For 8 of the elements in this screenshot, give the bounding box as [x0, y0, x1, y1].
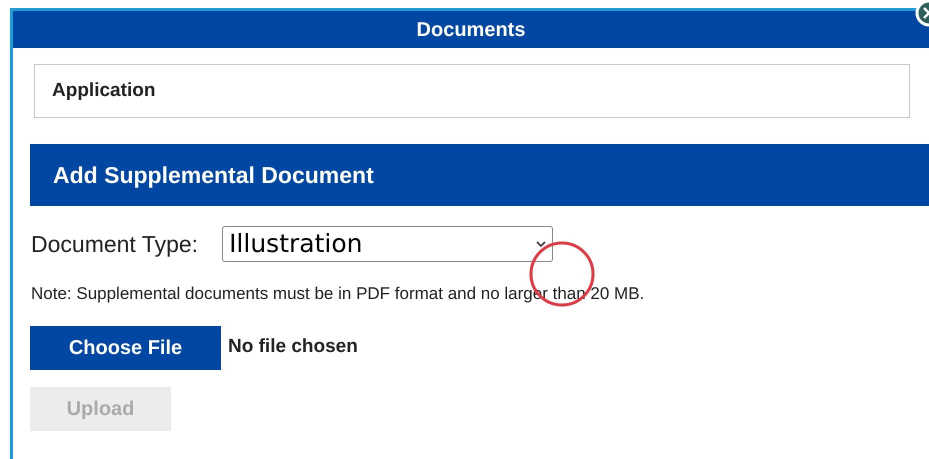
choose-file-button[interactable]: Choose File: [30, 326, 221, 370]
section-title: Add Supplemental Document: [53, 160, 374, 190]
file-status: No file chosen: [228, 335, 358, 360]
document-type-label: Document Type:: [31, 230, 198, 259]
document-type-select[interactable]: Illustration: [222, 226, 554, 262]
dialog-title: Documents: [416, 18, 526, 42]
application-label: Application: [52, 78, 156, 103]
chevron-icon: [536, 240, 546, 248]
